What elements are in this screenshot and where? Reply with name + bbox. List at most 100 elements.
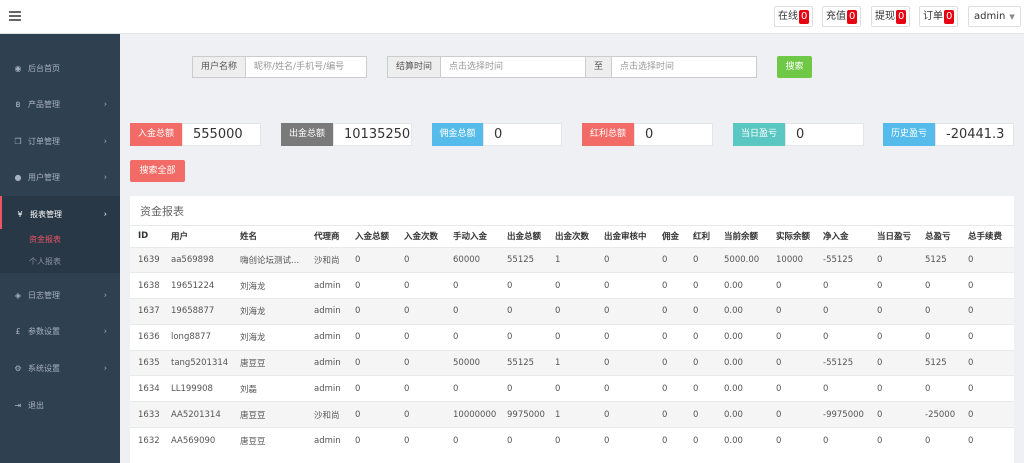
table-cell: 0 (596, 349, 654, 376)
table-cell: 1 (547, 246, 596, 273)
chevron-right-icon: › (103, 326, 107, 336)
table-cell: 0 (596, 272, 654, 299)
table-cell: 0 (396, 272, 445, 299)
nav-logs[interactable]: ◈ 日志管理 › (0, 277, 120, 313)
table-cell: 0 (547, 298, 596, 325)
table-cell: 0 (654, 375, 685, 402)
nav-logout[interactable]: ⇥ 退出 (0, 387, 120, 423)
table-cell: 0 (499, 272, 547, 299)
nav-users-label: 用户管理 (28, 172, 60, 182)
time-end-input[interactable]: 点击选择时间 (611, 56, 757, 78)
nav-users[interactable]: ● 用户管理 › (0, 159, 120, 195)
nav-params[interactable]: £ 参数设置 › (0, 313, 120, 349)
time-start-input[interactable]: 点击选择时间 (440, 56, 586, 78)
table-cell: 0 (685, 427, 716, 454)
table-cell: 0 (960, 349, 1014, 376)
chevron-right-icon: › (103, 99, 107, 109)
table-cell: 1 (547, 401, 596, 428)
table-cell: tang5201314 (163, 349, 232, 376)
table-cell: 0 (547, 375, 596, 402)
table-cell: 5125 (917, 246, 960, 273)
table-cell: 5000.00 (716, 246, 768, 273)
table-cell: 0 (815, 272, 869, 299)
table-cell: 0 (815, 427, 869, 454)
table-cell: -55125 (815, 246, 869, 273)
table-cell: 0.00 (716, 298, 768, 325)
table-cell: admin (306, 375, 347, 402)
table-cell: 1639 (130, 246, 163, 273)
column-header: 手动入金 (453, 232, 488, 243)
table-cell: 0 (685, 246, 716, 273)
column-header: 实际余额 (776, 232, 811, 243)
order-count-badge: 0 (944, 10, 955, 24)
username-input[interactable]: 昵称/姓名/手机号/编号 (245, 56, 367, 78)
nav-system[interactable]: ⚙ 系统设置 › (0, 350, 120, 386)
table-cell: 0 (499, 323, 547, 351)
online-button[interactable]: 在线 0 (774, 6, 814, 27)
recharge-button[interactable]: 充值 0 (822, 6, 862, 27)
table-cell: 0 (768, 349, 815, 376)
column-header: 代理商 (314, 232, 340, 243)
sidebar: ◉ 后台首页 ฿ 产品管理 › ❐ 订单管理 › ● 用户管理 › ¥ 报表管理 › 资金报表 个… (0, 34, 120, 463)
column-header: 用户 (171, 232, 189, 243)
online-label: 在线 (778, 11, 798, 22)
table-row: 1638 19651224 刘海龙 admin 0 0 0 0 0 0 0 0 0.00 0 0 0 0 0 (130, 272, 1014, 299)
user-icon: ● (14, 172, 22, 182)
table-cell: 0 (815, 323, 869, 351)
table-cell: 1635 (130, 349, 163, 376)
nav-system-label: 系统设置 (28, 363, 60, 373)
table-cell: 刘海龙 (232, 298, 306, 325)
table-cell: 0 (685, 401, 716, 428)
table-cell: 0 (396, 246, 445, 273)
column-header: 佣金 (662, 232, 680, 243)
search-all-button[interactable]: 搜索全部 (130, 160, 185, 182)
nav-logout-label: 退出 (28, 400, 44, 410)
table-row: 1635 tang5201314 唐豆豆 admin 0 0 50000 55125 1 0 0 0 0… (130, 349, 1014, 376)
stat-label: 当日盈亏 (733, 123, 785, 146)
pound-icon: £ (15, 326, 21, 336)
table-cell: 0 (869, 272, 917, 299)
column-header: ID (138, 231, 149, 242)
table-cell: 沙和尚 (306, 401, 347, 428)
nav-orders[interactable]: ❐ 订单管理 › (0, 123, 120, 159)
menu-toggle-icon[interactable] (9, 11, 21, 21)
table-cell: 0 (960, 401, 1014, 428)
table-cell: 0 (685, 349, 716, 376)
withdraw-button[interactable]: 提现 0 (871, 6, 911, 27)
nav-reports[interactable]: ¥ 报表管理 › (0, 196, 120, 232)
table-cell: 0 (347, 349, 396, 376)
bitcoin-icon: ฿ (15, 99, 21, 109)
table-cell: 0 (445, 272, 499, 299)
table-cell: 1636 (130, 323, 163, 351)
order-button[interactable]: 订单 0 (919, 6, 959, 27)
table-cell: 0 (917, 298, 960, 325)
nav-home[interactable]: ◉ 后台首页 (0, 50, 120, 86)
column-header: 姓名 (240, 232, 258, 243)
nav-params-label: 参数设置 (28, 326, 60, 336)
user-menu-button[interactable]: admin ▼ (968, 6, 1021, 27)
table-cell: 0 (596, 246, 654, 273)
table-cell: admin (306, 323, 347, 351)
order-label: 订单 (923, 11, 943, 22)
search-button[interactable]: 搜索 (777, 56, 812, 78)
table-cell: 0 (685, 375, 716, 402)
table-cell: 0 (396, 375, 445, 402)
nav-home-label: 后台首页 (28, 63, 60, 73)
table-cell: 9975000 (499, 401, 547, 428)
column-header: 入金次数 (404, 232, 439, 243)
nav-sub-personal-report[interactable]: 个人报表 (0, 251, 120, 273)
table-cell: 0 (596, 427, 654, 454)
table-cell: 0 (768, 375, 815, 402)
table-cell: AA5201314 (163, 401, 232, 428)
stat-value: -20441.3 (935, 123, 1014, 146)
table-cell: 沙和尚 (306, 246, 347, 273)
table-cell: 0 (396, 349, 445, 376)
nav-sub-fund-report[interactable]: 资金报表 (0, 229, 120, 251)
nav-reports-label: 报表管理 (30, 209, 62, 219)
table-cell: 0 (347, 246, 396, 273)
column-header: 出金审核中 (604, 232, 647, 243)
nav-products[interactable]: ฿ 产品管理 › (0, 86, 120, 122)
chevron-right-icon: › (103, 172, 107, 182)
table-cell: 0 (445, 427, 499, 454)
stat-label: 出金总额 (281, 123, 333, 146)
